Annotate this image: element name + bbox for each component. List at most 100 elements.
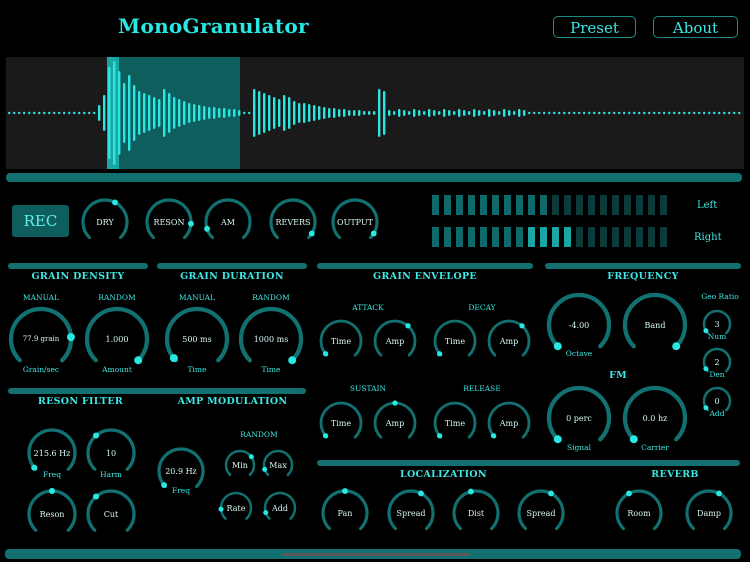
meter-segment [492, 227, 499, 247]
revers-mix-knob[interactable]: REVERS [268, 197, 318, 247]
waveform-sample [738, 111, 741, 115]
release-label: RELEASE [463, 384, 501, 393]
decay-amp-knob[interactable]: Amp [486, 318, 532, 364]
am-mix-knob[interactable]: AM [203, 197, 253, 247]
waveform-sample [478, 110, 481, 116]
waveform-sample [553, 111, 556, 115]
spread-knob[interactable]: Spread [386, 488, 436, 538]
waveform-sample [563, 111, 566, 115]
sample-position-slider[interactable] [6, 173, 742, 182]
spread2-knob[interactable]: Spread [516, 488, 566, 538]
amp-mod-random-label: RANDOM [240, 430, 278, 439]
dist-knob[interactable]: Dist [451, 488, 501, 538]
waveform-sample [613, 111, 616, 115]
waveform-sample [153, 97, 156, 129]
waveform-sample [608, 111, 611, 115]
waveform-sample [188, 103, 191, 123]
fm-carrier-caption: Carrier [641, 443, 669, 452]
amp-mod-add-knob[interactable]: Add [263, 491, 297, 525]
amp-mod-max-knob[interactable]: Max [262, 449, 294, 481]
grain-density-random-label: RANDOM [98, 293, 136, 302]
waveform-sample [143, 93, 146, 133]
fm-carrier-knob[interactable]: 0.0 hz [622, 385, 688, 451]
waveform-svg [8, 57, 741, 169]
sustain-time-knob[interactable]: Time [318, 400, 364, 446]
waveform-sample [733, 111, 736, 115]
grain-duration-random-knob[interactable]: 1000 ms [238, 306, 304, 372]
waveform-sample [63, 111, 66, 115]
attack-time-knob[interactable]: Time [318, 318, 364, 364]
waveform-sample [508, 110, 511, 116]
waveform-sample [648, 111, 651, 115]
waveform-sample [258, 91, 261, 135]
reson-mix-knob[interactable]: RESON [144, 197, 194, 247]
grain-density-random-knob[interactable]: 1.000 [84, 306, 150, 372]
localization-title: LOCALIZATION [400, 469, 487, 480]
waveform-display[interactable] [6, 57, 744, 169]
waveform-sample [58, 111, 61, 115]
pan-knob[interactable]: Pan [320, 488, 370, 538]
amp-mod-min-label: Min [232, 460, 248, 470]
waveform-sample [298, 103, 301, 123]
waveform-sample [358, 110, 361, 116]
damp-knob[interactable]: Damp [684, 488, 734, 538]
waveform-sample [503, 109, 506, 117]
waveform-sample [303, 103, 306, 123]
waveform-sample [393, 111, 396, 115]
waveform-sample [488, 109, 491, 117]
grain-density-title: GRAIN DENSITY [31, 271, 125, 282]
waveform-sample [233, 109, 236, 117]
attack-amp-knob[interactable]: Amp [372, 318, 418, 364]
amp-mod-freq-caption: Freq [171, 486, 191, 495]
grain-density-manual-label: MANUAL [22, 293, 60, 302]
waveform-sample [8, 111, 11, 115]
reson-filter-title: RESON FILTER [37, 396, 124, 407]
waveform-sample [113, 61, 116, 165]
meter-segment [456, 195, 463, 215]
waveform-sample [598, 111, 601, 115]
meter-segment [456, 227, 463, 247]
grain-duration-manual-knob[interactable]: 500 ms [164, 306, 230, 372]
decay-time-knob[interactable]: Time [432, 318, 478, 364]
waveform-sample [443, 109, 446, 117]
waveform-sample [718, 111, 721, 115]
about-button[interactable]: About [653, 16, 738, 38]
meter-segment [588, 227, 595, 247]
band-knob[interactable]: Band [622, 292, 688, 358]
fm-signal-knob[interactable]: 0 perc [546, 385, 612, 451]
meter-segment [636, 195, 643, 215]
release-time-knob[interactable]: Time [432, 400, 478, 446]
waveform-sample [238, 110, 241, 116]
output-knob[interactable]: OUTPUT [330, 197, 380, 247]
meter-segment [492, 195, 499, 215]
preset-button[interactable]: Preset [553, 16, 636, 38]
waveform-sample [498, 111, 501, 115]
waveform-sample [583, 111, 586, 115]
sustain-time-label: Time [330, 418, 352, 428]
meter-segment [444, 227, 451, 247]
waveform-sample [53, 111, 56, 115]
waveform-sample [183, 101, 186, 125]
release-amp-knob[interactable]: Amp [486, 400, 532, 446]
home-indicator [282, 553, 470, 556]
meter-right-label: Right [694, 232, 722, 243]
waveform-sample [468, 111, 471, 115]
grain-duration-bar [157, 263, 307, 269]
rec-button[interactable]: REC [12, 205, 69, 237]
meter-segment [612, 227, 619, 247]
reson-knob[interactable]: Reson [26, 487, 78, 540]
room-knob[interactable]: Room [614, 488, 664, 538]
grain-density-manual-knob[interactable]: 77.9 grain [8, 306, 75, 372]
grain-duration-random-label: RANDOM [252, 293, 290, 302]
waveform-sample [588, 111, 591, 115]
amp-mod-min-knob[interactable]: Min [224, 449, 256, 481]
amp-mod-rate-knob[interactable]: Rate [218, 491, 253, 525]
attack-amp-label: Amp [385, 336, 405, 346]
sustain-amp-knob[interactable]: Amp [372, 400, 418, 446]
amp-mod-rate-label: Rate [226, 503, 246, 513]
meter-segment [576, 195, 583, 215]
waveform-sample [533, 111, 536, 115]
waveform-sample [243, 111, 246, 115]
dry-knob[interactable]: DRY [80, 197, 130, 247]
cut-knob[interactable]: Cut [85, 488, 137, 540]
